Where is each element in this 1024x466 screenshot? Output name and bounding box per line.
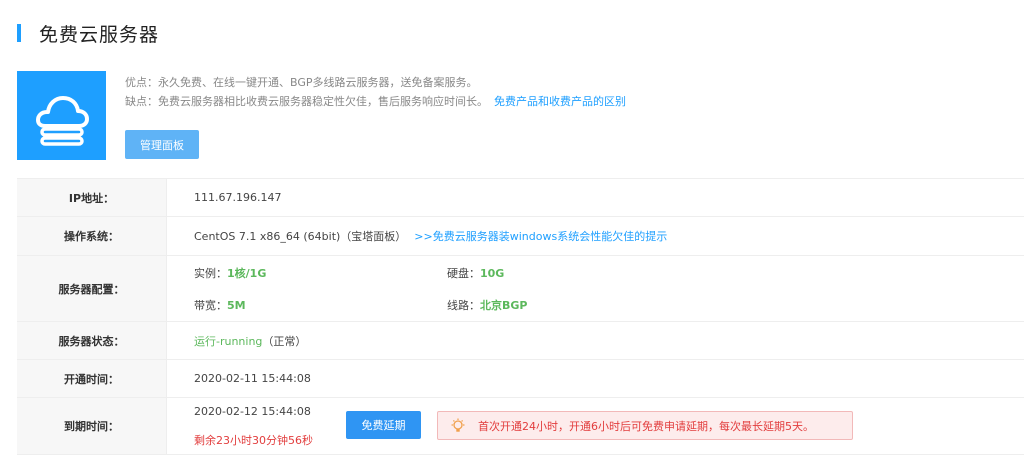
expire-cell: 2020-02-12 15:44:08 剩余23小时30分钟56秒 免费延期 首…	[167, 398, 1024, 454]
table-row: 服务器状态： 运行-running（正常）	[17, 321, 1024, 360]
cloud-server-icon	[17, 71, 106, 160]
cons-line: 缺点：免费云服务器相比收费云服务器稳定性欠佳，售后服务响应时间长。 免费产品和收费…	[125, 92, 626, 111]
product-intro: 优点：永久免费、在线一键开通、BGP多线路云服务器，送免备案服务。 缺点：免费云…	[17, 71, 1017, 161]
status-badge: 运行-running	[194, 334, 263, 348]
title-accent-bar	[17, 24, 21, 42]
instance-value: 1核/1G	[227, 267, 267, 280]
config-grid: 实例：1核/1G 硬盘：10G 带宽：5M 线路：北京BGP	[167, 256, 1024, 321]
expire-value: 2020-02-12 15:44:08	[194, 405, 311, 418]
expire-label: 到期时间：	[17, 397, 167, 455]
product-description: 优点：永久免费、在线一键开通、BGP多线路云服务器，送免备案服务。 缺点：免费云…	[125, 73, 626, 111]
remaining-time: 剩余23小时30分钟56秒	[194, 434, 313, 447]
disk-spec: 硬盘：10G	[447, 267, 505, 280]
windows-tip-link[interactable]: >>免费云服务器装windows系统会性能欠佳的提示	[414, 230, 667, 243]
page-header: 免费云服务器	[17, 22, 160, 46]
ip-value: 111.67.196.147	[166, 178, 1024, 217]
cons-text: 缺点：免费云服务器相比收费云服务器稳定性欠佳，售后服务响应时间长。	[125, 95, 488, 108]
open-time-label: 开通时间：	[17, 359, 167, 398]
server-info-table: IP地址： 111.67.196.147 操作系统： CentOS 7.1 x8…	[17, 178, 1024, 455]
extend-notice: 首次开通24小时，开通6小时后可免费申请延期，每次最长延期5天。	[437, 411, 853, 440]
line-spec: 线路：北京BGP	[447, 299, 528, 312]
instance-spec: 实例：1核/1G	[194, 267, 267, 280]
os-value: CentOS 7.1 x86_64 (64bit)（宝塔面板）	[194, 230, 407, 243]
config-label: 服务器配置：	[17, 255, 167, 322]
page-title: 免费云服务器	[39, 23, 160, 46]
open-time-value: 2020-02-11 15:44:08	[166, 359, 1024, 398]
status-label: 服务器状态：	[17, 321, 167, 360]
lightbulb-icon	[450, 418, 466, 434]
table-row: 到期时间： 2020-02-12 15:44:08 剩余23小时30分钟56秒 …	[17, 397, 1024, 455]
bandwidth-value: 5M	[227, 299, 246, 312]
table-row: IP地址： 111.67.196.147	[17, 178, 1024, 217]
compare-link[interactable]: 免费产品和收费产品的区别	[494, 95, 626, 108]
disk-value: 10G	[480, 267, 505, 280]
bandwidth-spec: 带宽：5M	[194, 299, 246, 312]
table-row: 服务器配置： 实例：1核/1G 硬盘：10G 带宽：5M 线路：北京BGP	[17, 255, 1024, 322]
status-note: （正常）	[262, 334, 307, 348]
notice-text: 首次开通24小时，开通6小时后可免费申请延期，每次最长延期5天。	[478, 419, 814, 433]
table-row: 操作系统： CentOS 7.1 x86_64 (64bit)（宝塔面板） >>免…	[17, 216, 1024, 256]
table-row: 开通时间： 2020-02-11 15:44:08	[17, 359, 1024, 398]
free-extend-button[interactable]: 免费延期	[346, 411, 421, 439]
manage-panel-button[interactable]: 管理面板	[125, 130, 199, 159]
ip-label: IP地址：	[17, 178, 167, 217]
line-value: 北京BGP	[480, 299, 528, 312]
os-label: 操作系统：	[17, 216, 167, 256]
pros-text: 优点：永久免费、在线一键开通、BGP多线路云服务器，送免备案服务。	[125, 76, 478, 89]
